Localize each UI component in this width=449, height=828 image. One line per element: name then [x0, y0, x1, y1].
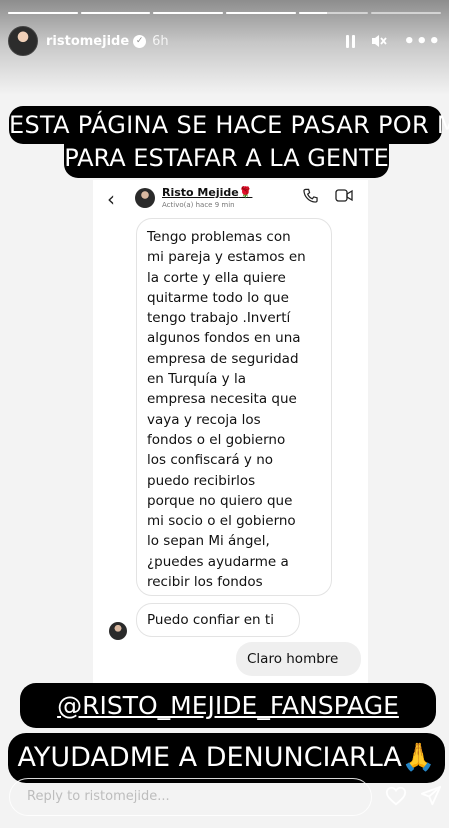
- back-icon: ‹: [107, 187, 115, 211]
- heart-icon[interactable]: [385, 785, 407, 807]
- story-header: ristomejide ✓ 6h •••: [8, 26, 441, 56]
- progress-segment: [298, 12, 369, 14]
- reply-input[interactable]: Reply to ristomejide...: [9, 778, 372, 816]
- send-icon[interactable]: [420, 785, 442, 807]
- story-viewer: ristomejide ✓ 6h ••• ESTA PÁGINA SE HACE…: [0, 0, 449, 828]
- mention-banner[interactable]: @RISTO_MEJIDE_FANSPAGE: [20, 683, 436, 728]
- dm-contact-name: Risto Mejide🌹: [162, 186, 252, 199]
- progress-segment: [8, 12, 78, 14]
- story-progress: [8, 12, 442, 15]
- sent-message-reply: Claro hombre: [236, 642, 361, 676]
- dm-contact-name-text: Risto Mejide: [162, 186, 239, 199]
- dm-avatar: [135, 188, 155, 208]
- verified-icon: ✓: [133, 34, 147, 48]
- received-message-long: Tengo problemas con mi pareja y estamos …: [136, 218, 332, 596]
- phone-icon: [303, 188, 318, 203]
- rose-icon: 🌹: [238, 186, 253, 199]
- received-message-trust: Puedo confiar en ti: [136, 603, 300, 637]
- pause-icon[interactable]: [346, 34, 356, 48]
- banner-line-1: ESTA PÁGINA SE HACE PASAR POR MÍ: [9, 106, 449, 144]
- progress-segment: [371, 12, 442, 14]
- progress-segment: [80, 12, 151, 14]
- help-banner: AYUDADME A DENUNCIARLA🙏: [8, 733, 445, 783]
- video-icon: [335, 189, 353, 202]
- progress-segment: [153, 12, 224, 14]
- avatar[interactable]: [8, 26, 38, 56]
- timestamp: 6h: [152, 33, 169, 49]
- message-avatar: [109, 622, 127, 640]
- dm-screenshot: ‹ Risto Mejide🌹 Activo(a) hace 9 min Ten…: [93, 180, 368, 688]
- progress-segment: [226, 12, 296, 14]
- username[interactable]: ristomejide: [46, 34, 129, 49]
- mute-icon[interactable]: [371, 33, 388, 49]
- more-icon[interactable]: •••: [403, 31, 441, 52]
- dm-header: ‹ Risto Mejide🌹 Activo(a) hace 9 min: [93, 180, 368, 214]
- dm-status: Activo(a) hace 9 min: [162, 201, 235, 209]
- banner-line-2: PARA ESTAFAR A LA GENTE: [64, 140, 389, 178]
